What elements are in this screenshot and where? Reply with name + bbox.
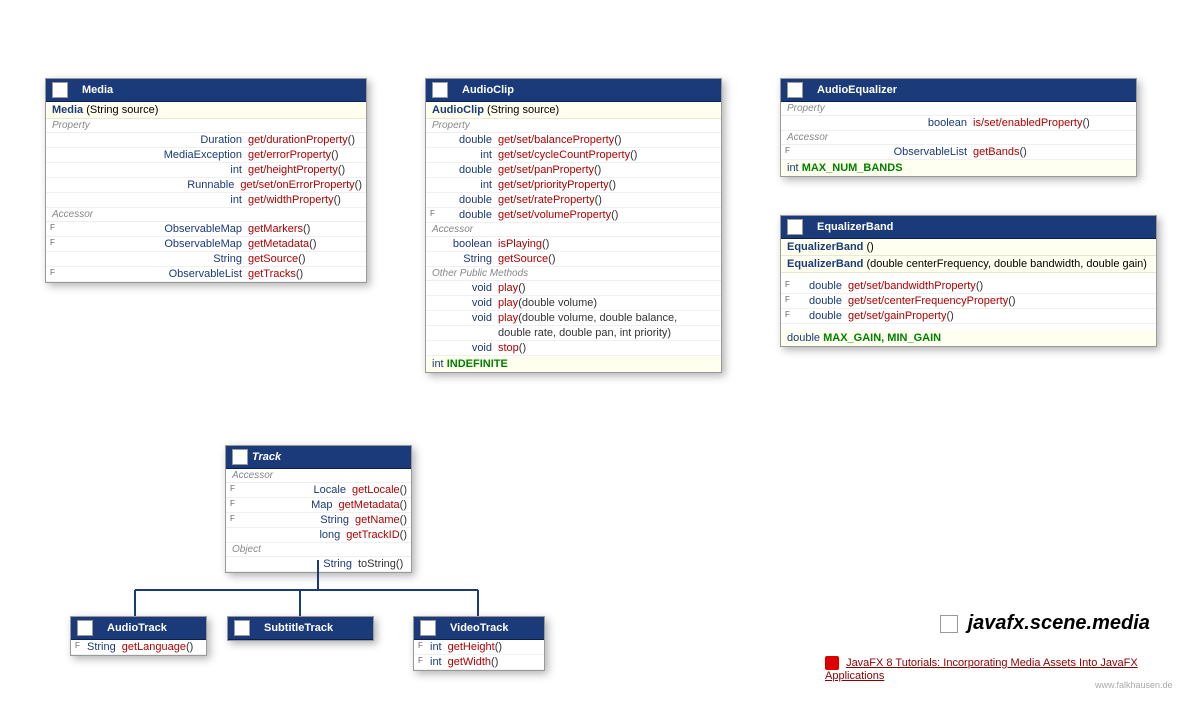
member-row: FObservableListgetTracks() (46, 267, 366, 282)
member-row: voidplay(double volume, double balance, (426, 311, 721, 326)
class-audiotrack: F AudioTrack F String getLanguage () (70, 616, 207, 656)
member-row: Runnableget/set/onErrorProperty() (46, 178, 366, 193)
member-row: voidplay(double volume) (426, 296, 721, 311)
member-row: double rate, double pan, int priority) (426, 326, 721, 341)
class-icon (787, 219, 803, 235)
member-row: StringgetSource() (46, 252, 366, 267)
class-subtitletrack-header: F SubtitleTrack (228, 617, 373, 640)
member-row: voidplay() (426, 281, 721, 296)
section-accessor: Accessor (46, 208, 366, 222)
final-marker: F (254, 624, 262, 633)
constructor: Media (String source) (46, 102, 366, 119)
member-row: Durationget/durationProperty() (46, 133, 366, 148)
section-accessor: Accessor (426, 223, 721, 237)
member-row: doubleget/set/balanceProperty() (426, 133, 721, 148)
section-other: Other Public Methods (426, 267, 721, 281)
section-property: Property (46, 119, 366, 133)
class-title: Media (82, 84, 113, 96)
final-marker: F (97, 624, 105, 633)
member-row: FLocalegetLocale() (226, 483, 411, 498)
member-row: longgetTrackID() (226, 528, 411, 543)
constructor-2: EqualizerBand (double centerFrequency, d… (781, 256, 1156, 273)
section-object: Object (226, 543, 411, 557)
class-audioclip: F AudioClip AudioClip (String source) Pr… (425, 78, 722, 373)
member-row: Fdoubleget/set/centerFrequencyProperty() (781, 294, 1156, 309)
final-marker: F (440, 624, 448, 633)
member-row: Fdoubleget/set/volumeProperty() (426, 208, 721, 223)
class-audiotrack-header: F AudioTrack (71, 617, 206, 640)
constant: double MAX_GAIN, MIN_GAIN (781, 330, 1156, 346)
section-accessor: Accessor (781, 131, 1136, 145)
package-label: javafx.scene.media (940, 612, 1150, 635)
member-row: FObservableMapgetMarkers() (46, 222, 366, 237)
final-marker: F (452, 86, 460, 95)
class-title: AudioEqualizer (817, 84, 897, 96)
class-icon (234, 620, 250, 636)
class-track-header: Track (226, 446, 411, 469)
class-audioequalizer-header: F AudioEqualizer (781, 79, 1136, 102)
tutorial-link-text[interactable]: JavaFX 8 Tutorials: Incorporating Media … (825, 657, 1138, 682)
method-getheight: F int getHeight () (414, 640, 544, 655)
class-title: Track (252, 451, 281, 463)
class-equalizerband: F EqualizerBand EqualizerBand () Equaliz… (780, 215, 1157, 347)
class-videotrack-header: F VideoTrack (414, 617, 544, 640)
section-property: Property (781, 102, 1136, 116)
member-row: intget/set/priorityProperty() (426, 178, 721, 193)
constant: int INDEFINITE (426, 356, 721, 372)
constructor: AudioClip (String source) (426, 102, 721, 119)
class-icon (940, 615, 958, 633)
member-row: Fdoubleget/set/bandwidthProperty() (781, 279, 1156, 294)
member-row: doubleget/set/rateProperty() (426, 193, 721, 208)
class-title: EqualizerBand (817, 221, 893, 233)
class-equalizerband-header: F EqualizerBand (781, 216, 1156, 239)
member-row: FObservableListgetBands() (781, 145, 1136, 160)
class-media-header: F Media (46, 79, 366, 102)
member-row: StringgetSource() (426, 252, 721, 267)
member-row: booleanis/set/enabledProperty() (781, 116, 1136, 131)
member-row: doubleget/set/panProperty() (426, 163, 721, 178)
watermark: www.falkhausen.de (1095, 680, 1173, 690)
member-row: intget/set/cycleCountProperty() (426, 148, 721, 163)
method-getlanguage: F String getLanguage () (71, 640, 206, 655)
section-accessor: Accessor (226, 469, 411, 483)
final-marker: F (807, 86, 815, 95)
class-subtitletrack: F SubtitleTrack (227, 616, 374, 641)
class-track: Track Accessor FLocalegetLocale()FMapget… (225, 445, 412, 573)
class-title: SubtitleTrack (264, 622, 333, 634)
class-audioclip-header: F AudioClip (426, 79, 721, 102)
member-row: StringtoString() (226, 557, 411, 572)
constructor-1: EqualizerBand () (781, 239, 1156, 256)
class-icon (77, 620, 93, 636)
member-row: intget/widthProperty() (46, 193, 366, 208)
class-audioequalizer: F AudioEqualizer Property booleanis/set/… (780, 78, 1137, 177)
method-getwidth: F int getWidth () (414, 655, 544, 670)
tutorial-link[interactable]: JavaFX 8 Tutorials: Incorporating Media … (825, 656, 1184, 682)
class-videotrack: F VideoTrack F int getHeight () F int ge… (413, 616, 545, 671)
link-icon (825, 656, 839, 670)
class-icon (420, 620, 436, 636)
member-row: intget/heightProperty() (46, 163, 366, 178)
member-row: booleanisPlaying() (426, 237, 721, 252)
member-row: voidstop() (426, 341, 721, 356)
final-marker: F (807, 223, 815, 232)
constant: int MAX_NUM_BANDS (781, 160, 1136, 176)
section-property: Property (426, 119, 721, 133)
member-row: FMapgetMetadata() (226, 498, 411, 513)
class-icon (432, 82, 448, 98)
class-title: AudioTrack (107, 622, 167, 634)
class-icon (232, 449, 248, 465)
member-row: Fdoubleget/set/gainProperty() (781, 309, 1156, 324)
class-icon (52, 82, 68, 98)
class-title: VideoTrack (450, 622, 509, 634)
final-marker: F (72, 86, 80, 95)
member-row: MediaExceptionget/errorProperty() (46, 148, 366, 163)
class-icon (787, 82, 803, 98)
member-row: FObservableMapgetMetadata() (46, 237, 366, 252)
class-media: F Media Media (String source) Property D… (45, 78, 367, 283)
member-row: FStringgetName() (226, 513, 411, 528)
class-title: AudioClip (462, 84, 514, 96)
